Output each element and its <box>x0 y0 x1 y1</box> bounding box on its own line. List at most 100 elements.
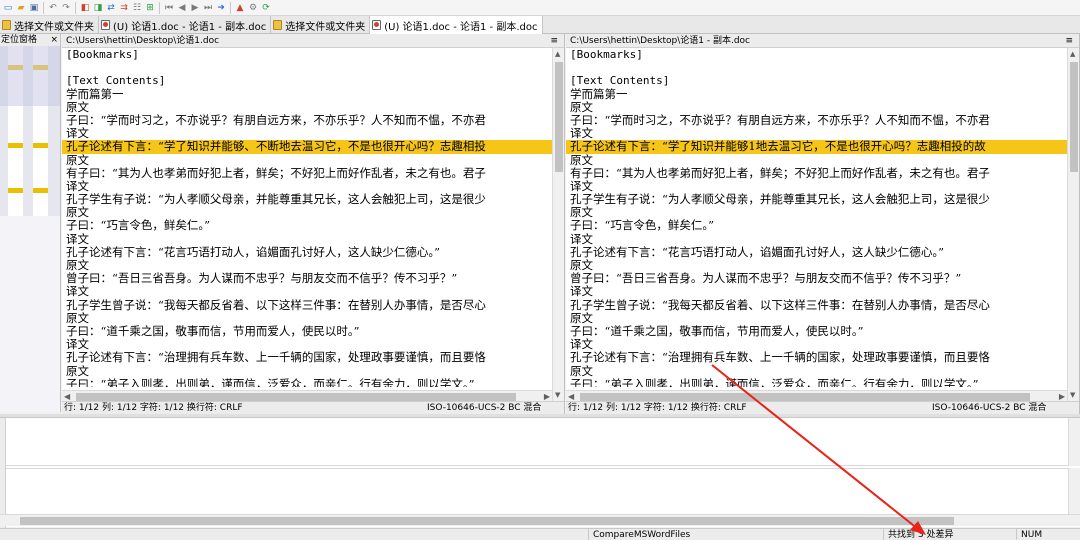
text-line: [Bookmarks] <box>66 48 139 61</box>
location-pane-header: 定位窗格 × <box>0 34 60 46</box>
right-pane-header: C:\Users\hettin\Desktop\论语1 - 副本.doc ≡ <box>566 34 1079 48</box>
scroll-up-icon[interactable]: ▲ <box>555 50 560 58</box>
text-line: 子曰：“弟子入则孝，出则弟，谨而信，泛爱众，而亲仁。行有余力，则以学文。” <box>570 377 979 387</box>
text-line: 孔子学生曾子说：“我每天都反省着、以下这样三件事：在替别人办事情，是否尽心 <box>570 298 990 312</box>
detail-vertical-scrollbar[interactable] <box>1068 468 1080 514</box>
text-line: 子曰：“弟子入则孝，出则弟，谨而信，泛爱众，而亲仁。行有余力，则以学文。” <box>66 377 475 387</box>
bookmark-icon[interactable]: ▲ <box>234 2 246 14</box>
scroll-thumb[interactable] <box>580 393 1030 401</box>
tab-label: 选择文件或文件夹 <box>14 21 94 33</box>
location-pane-title: 定位窗格 <box>1 35 38 45</box>
folder-icon <box>2 20 11 30</box>
toolbar-separator <box>43 1 44 14</box>
diff-detail-pane <box>0 417 1080 528</box>
new-file-icon[interactable]: ▭ <box>2 2 14 14</box>
diff-line: 孔子论述有下言：“学了知识并能够1地去温习它，不是也很开心吗？志趣相投的故 <box>566 140 1067 154</box>
text-line: 译文 <box>570 127 593 141</box>
tab-2[interactable]: (U) 论语1.doc - 论语1 - 副本.doc <box>99 16 272 34</box>
diff-marker <box>8 143 23 148</box>
document-icon <box>372 20 382 30</box>
scroll-down-icon[interactable]: ▼ <box>1070 391 1075 399</box>
tab-1[interactable]: 选择文件或文件夹 <box>0 16 99 34</box>
right-text-area[interactable]: [Bookmarks] [Text Contents] 学而篇第一原文 子曰：“学而… <box>566 48 1067 387</box>
text-line: 学而篇第一 <box>570 87 628 101</box>
location-viewport[interactable] <box>0 46 60 106</box>
text-line: 译文 <box>66 285 89 299</box>
tab-label: (U) 论语1.doc - 论语1 - 副本.doc <box>384 21 538 33</box>
scroll-up-icon[interactable]: ▲ <box>1070 50 1075 58</box>
open-folder-icon[interactable]: ▰ <box>15 2 27 14</box>
diff-detail-left[interactable] <box>6 418 1068 466</box>
left-pane-status: 行: 1/12 列: 1/12 字符: 1/12 换行符: CRLF ISO-1… <box>62 401 564 414</box>
text-line: 原文 <box>570 311 593 325</box>
text-line: 原文 <box>570 153 593 167</box>
undo-icon[interactable]: ↶ <box>47 2 59 14</box>
scroll-down-icon[interactable]: ▼ <box>555 391 560 399</box>
text-line: 译文 <box>66 127 89 141</box>
diff-line: 孔子论述有下言：“学了知识并能够、不断地去温习它，不是也很开心吗？志趣相投 <box>62 140 552 154</box>
text-line: 译文 <box>570 285 593 299</box>
scroll-thumb[interactable] <box>76 393 516 401</box>
merge-icon[interactable]: ⇉ <box>118 2 130 14</box>
right-file-path: C:\Users\hettin\Desktop\论语1 - 副本.doc <box>570 36 750 46</box>
save-icon[interactable]: ▣ <box>28 2 40 14</box>
options-icon[interactable]: ⚙ <box>247 2 259 14</box>
text-line: 原文 <box>66 259 89 272</box>
redo-icon[interactable]: ↷ <box>60 2 72 14</box>
scroll-thumb[interactable] <box>20 517 954 525</box>
left-vertical-scrollbar[interactable]: ▲ ▼ <box>552 48 564 401</box>
left-file-path: C:\Users\hettin\Desktop\论语1.doc <box>66 36 220 46</box>
prev-diff-icon[interactable]: ◀ <box>176 2 188 14</box>
right-file-pane: C:\Users\hettin\Desktop\论语1 - 副本.doc ≡ [… <box>566 34 1080 414</box>
refresh-icon[interactable]: ⟳ <box>260 2 272 14</box>
expand-icon[interactable]: ⊞ <box>144 2 156 14</box>
toolbar-separator <box>159 1 160 14</box>
text-line: 子曰：“学而时习之，不亦说乎？有朋自远方来，不亦乐乎？人不知而不愠，不亦君 <box>66 113 486 127</box>
tab-3[interactable]: 选择文件或文件夹 <box>271 16 371 34</box>
scroll-thumb[interactable] <box>1070 62 1078 172</box>
tree-icon[interactable]: ☷ <box>131 2 143 14</box>
text-line: [Bookmarks] <box>570 48 643 61</box>
text-line: 孔子论述有下言：“治理拥有兵车数、上一千辆的国家，处理政事要谨慎，而且要恪 <box>570 351 990 365</box>
tab-4[interactable]: (U) 论语1.doc - 论语1 - 副本.doc <box>370 16 543 34</box>
text-line: 译文 <box>66 179 89 193</box>
last-diff-icon[interactable]: ⏭ <box>202 2 214 14</box>
diff-marker <box>8 188 23 193</box>
text-line: 原文 <box>570 364 593 378</box>
toolbar-separator <box>75 1 76 14</box>
text-line: [Text Contents] <box>66 74 166 88</box>
left-text-area[interactable]: [Bookmarks] [Text Contents] 学而篇第一 原文 子曰：“学而… <box>62 48 552 387</box>
close-icon[interactable]: × <box>50 34 60 46</box>
diff-detail-right[interactable] <box>6 468 1068 516</box>
detail-vertical-scrollbar[interactable] <box>1068 418 1080 466</box>
pane-menu-icon[interactable]: ≡ <box>1065 34 1079 47</box>
toolbar-separator <box>230 1 231 14</box>
winmerge-window: ▭ ▰ ▣ ↶ ↷ ◧ ◨ ⇄ ⇉ ☷ ⊞ ⏮ ◀ ▶ ⏭ ➜ ▲ ⚙ ⟳ 选择文件或文件夹 (U) 论语1.doc … <box>0 0 1080 540</box>
text-line: 孔子论述有下言：“花言巧语打动人，谄媚面孔讨好人，这人缺少仁德心。” <box>66 245 441 259</box>
text-line: 孔子学生有子说：“为人孝顺父母亲，并能尊重其兄长，这人会触犯上司，这是很少 <box>66 193 486 207</box>
text-line: 原文 <box>66 100 89 114</box>
next-diff-icon[interactable]: ▶ <box>189 2 201 14</box>
toolbar: ▭ ▰ ▣ ↶ ↷ ◧ ◨ ⇄ ⇉ ☷ ⊞ ⏮ ◀ ▶ ⏭ ➜ ▲ ⚙ ⟳ <box>0 0 1080 16</box>
text-line: 曾子曰：“吾日三省吾身。为人谋而不忠乎？与朋友交而不信乎？传不习乎？” <box>570 272 962 286</box>
text-line: 原文 <box>66 364 89 378</box>
text-line: [Text Contents] <box>570 74 670 88</box>
first-diff-icon[interactable]: ⏮ <box>163 2 175 14</box>
diff-marker <box>33 143 48 148</box>
tab-bar: 选择文件或文件夹 (U) 论语1.doc - 论语1 - 副本.doc 选择文件或文… <box>0 16 1080 34</box>
goto-icon[interactable]: ➜ <box>215 2 227 14</box>
text-line: 孔子学生曾子说：“我每天都反省着、以下这样三件事：在替别人办事情，是否尽心 <box>66 298 486 312</box>
copy-left-icon[interactable]: ◧ <box>79 2 91 14</box>
right-vertical-scrollbar[interactable]: ▲ ▼ <box>1067 48 1079 401</box>
pane-menu-icon[interactable]: ≡ <box>550 34 564 47</box>
detail-horizontal-scrollbar[interactable] <box>0 514 1080 526</box>
text-line: 译文 <box>570 232 593 246</box>
compare-icon[interactable]: ⇄ <box>105 2 117 14</box>
status-bar: CompareMSWordFiles 共找到 3 处差异 NUM <box>0 528 1080 540</box>
right-pane-status: 行: 1/12 列: 1/12 字符: 1/12 换行符: CRLF ISO-1… <box>566 401 1079 414</box>
copy-right-icon[interactable]: ◨ <box>92 2 104 14</box>
text-line: 子曰：“学而时习之，不亦说乎？有朋自远方来，不亦乐乎？人不知而不愠，不亦君 <box>570 113 990 127</box>
text-line: 孔子论述有下言：“花言巧语打动人，谄媚面孔讨好人，这人缺少仁德心。” <box>570 245 945 259</box>
text-line <box>566 61 1067 74</box>
scroll-thumb[interactable] <box>555 62 563 172</box>
